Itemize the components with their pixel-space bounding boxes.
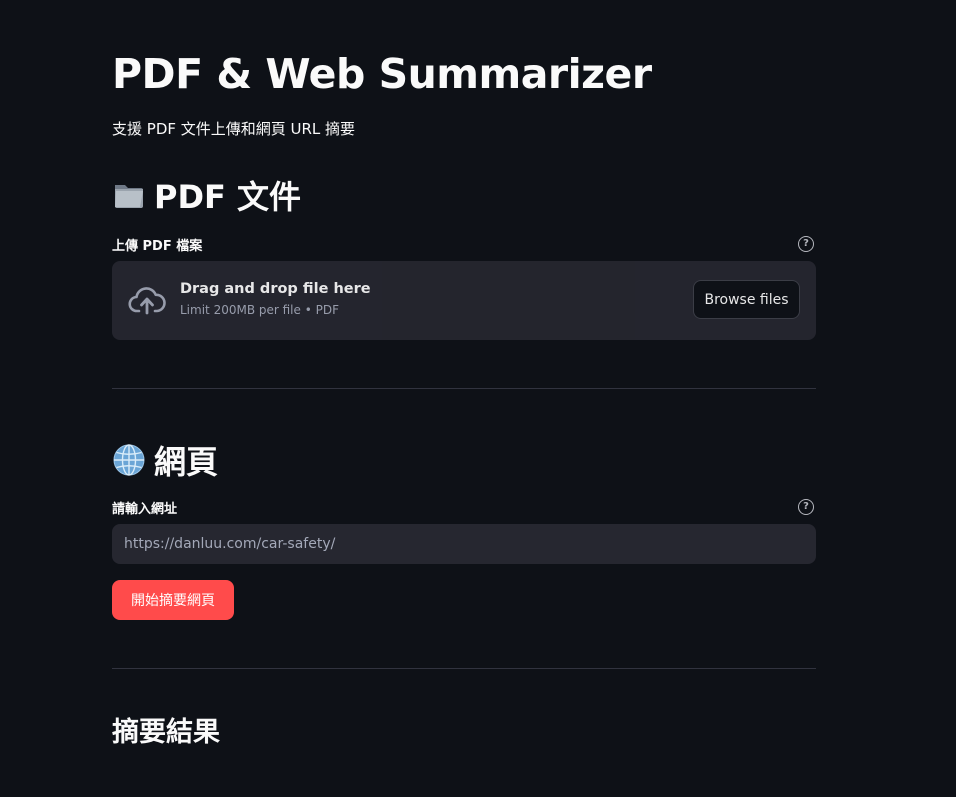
pdf-uploader-label: 上傳 PDF 檔案 — [112, 238, 203, 254]
page-title: PDF & Web Summarizer — [112, 50, 652, 98]
page-subtitle: 支援 PDF 文件上傳和網頁 URL 摘要 — [112, 120, 356, 138]
url-input[interactable] — [112, 524, 816, 564]
pdf-section-heading: PDF 文件 — [112, 172, 301, 218]
pdf-dropzone[interactable]: Drag and drop file here Limit 200MB per … — [112, 261, 816, 340]
url-input-label-row: 請輸入網址 ? — [112, 497, 816, 517]
url-input-label: 請輸入網址 — [112, 501, 178, 517]
dropzone-instruction: Drag and drop file here — [180, 281, 371, 297]
cloud-upload-icon — [128, 285, 166, 317]
start-summarize-button[interactable]: 開始摘要網頁 — [112, 580, 234, 620]
dropzone-text: Drag and drop file here Limit 200MB per … — [180, 281, 371, 317]
help-circle-icon[interactable]: ? — [798, 236, 814, 252]
dropzone-limit: Limit 200MB per file • PDF — [180, 303, 339, 317]
section-divider — [112, 668, 816, 669]
web-section-heading: 網頁 — [112, 437, 218, 483]
folder-icon — [112, 178, 146, 212]
pdf-section-title: PDF 文件 — [154, 178, 302, 216]
section-divider — [112, 388, 816, 389]
browse-files-button[interactable]: Browse files — [693, 280, 800, 319]
globe-icon — [112, 443, 146, 477]
pdf-uploader-label-row: 上傳 PDF 檔案 ? — [112, 234, 816, 254]
help-circle-icon[interactable]: ? — [798, 499, 814, 515]
web-section-title: 網頁 — [154, 443, 219, 481]
results-heading: 摘要結果 — [112, 717, 220, 748]
